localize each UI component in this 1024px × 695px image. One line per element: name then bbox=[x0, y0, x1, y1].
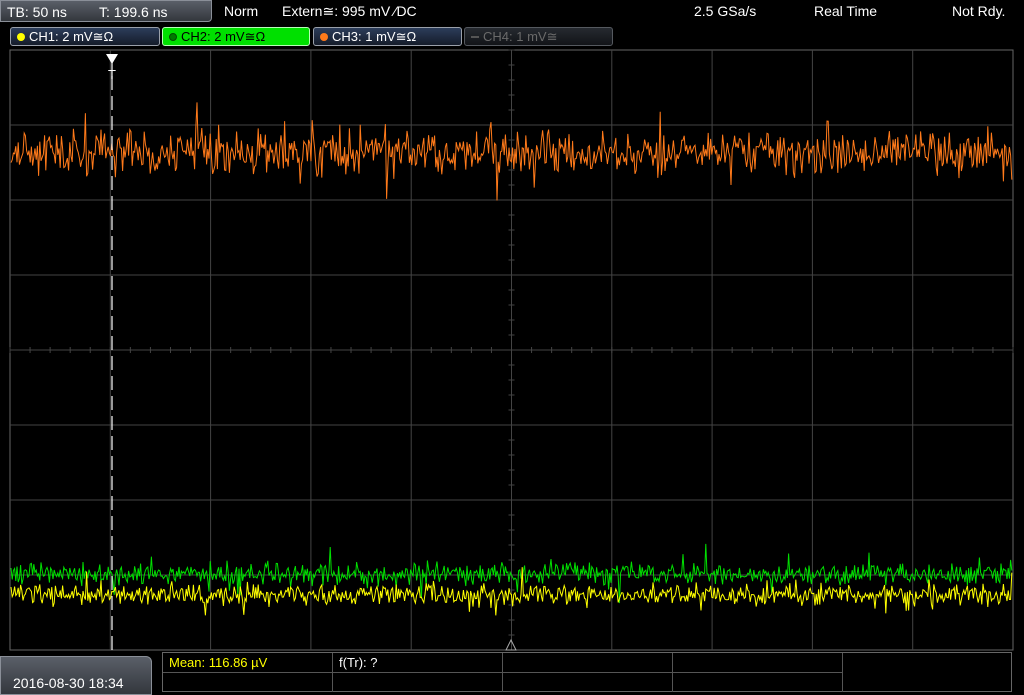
meas-cell-empty-2[interactable] bbox=[673, 653, 843, 672]
trigger-position-marker-icon[interactable] bbox=[106, 54, 118, 64]
meas-cell-empty-6[interactable] bbox=[673, 672, 843, 692]
graticule-grid bbox=[9, 49, 1014, 651]
meas-cell-ftr[interactable]: f(Tr): ? bbox=[333, 653, 503, 672]
meas-cell-empty-4[interactable] bbox=[333, 672, 503, 692]
trigger-letter: T bbox=[108, 67, 116, 82]
meas-cell-empty-5[interactable] bbox=[503, 672, 673, 692]
ftr-measurement: f(Tr): ? bbox=[339, 655, 378, 670]
mean-measurement: Mean: 116.86 µV bbox=[169, 655, 268, 670]
measurement-panel[interactable]: Mean: 116.86 µV f(Tr): ? bbox=[162, 652, 1012, 692]
waveform-display[interactable]: T bbox=[0, 0, 1024, 695]
meas-cell-empty-3[interactable] bbox=[163, 672, 333, 692]
meas-cell-empty-1[interactable] bbox=[503, 653, 673, 672]
datetime-label: 2016-08-30 18:34 bbox=[13, 675, 124, 691]
datetime-box: 2016-08-30 18:34 bbox=[0, 656, 152, 695]
meas-cell-mean[interactable]: Mean: 116.86 µV bbox=[163, 653, 333, 672]
